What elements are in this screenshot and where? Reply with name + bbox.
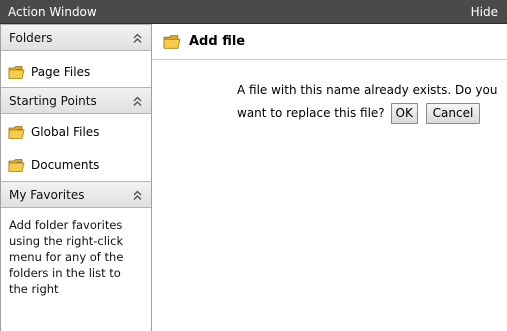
page-title: Add file: [189, 34, 246, 49]
folder-icon: [8, 66, 25, 79]
my-favorites-section-header[interactable]: My Favorites: [1, 181, 151, 208]
folders-section-header[interactable]: Folders: [1, 24, 151, 51]
message-line-2: want to replace this file?: [237, 106, 385, 120]
sidebar-item-page-files[interactable]: Page Files: [1, 59, 151, 87]
folder-icon: [8, 159, 25, 172]
folder-icon: [8, 126, 25, 139]
sidebar: Folders Page Files Starting Points Globa…: [0, 24, 152, 331]
sidebar-item-label: Page Files: [31, 65, 91, 79]
replace-confirm-message: A file with this name already exists. Do…: [237, 79, 507, 125]
sidebar-item-documents[interactable]: Documents: [1, 152, 151, 180]
message-line-1: A file with this name already exists. Do…: [237, 83, 498, 97]
ok-button[interactable]: OK: [390, 103, 418, 124]
main-header: Add file: [152, 24, 507, 60]
folder-icon: [163, 35, 181, 49]
double-chevron-up-icon[interactable]: [132, 96, 143, 107]
sidebar-item-label: Global Files: [31, 125, 100, 139]
main-panel: Add file A file with this name already e…: [152, 24, 507, 331]
sidebar-item-label: Documents: [31, 158, 100, 172]
sidebar-item-global-files[interactable]: Global Files: [1, 119, 151, 147]
starting-points-section-header[interactable]: Starting Points: [1, 87, 151, 114]
starting-points-header-label: Starting Points: [9, 94, 97, 108]
title-bar: Action Window Hide: [0, 0, 507, 24]
my-favorites-header-label: My Favorites: [9, 188, 85, 202]
cancel-button[interactable]: Cancel: [425, 103, 481, 124]
favorites-help-text: Add folder favorites using the right-cli…: [9, 218, 124, 296]
folders-header-label: Folders: [9, 31, 53, 45]
double-chevron-up-icon[interactable]: [132, 190, 143, 201]
hide-button[interactable]: Hide: [471, 5, 498, 19]
double-chevron-up-icon[interactable]: [132, 33, 143, 44]
window-title: Action Window: [8, 5, 97, 19]
